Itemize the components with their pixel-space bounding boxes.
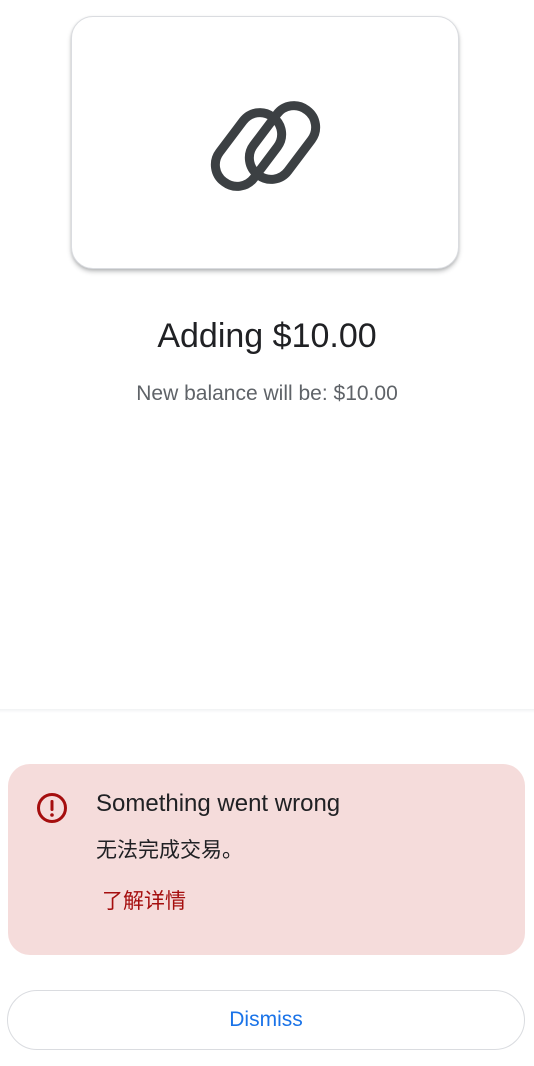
new-balance-text: New balance will be: $10.00 — [136, 382, 398, 405]
error-title: Something went wrong — [96, 790, 341, 817]
error-panel: Something went wrong 无法完成交易。 了解详情 — [8, 764, 525, 955]
dismiss-button[interactable]: Dismiss — [7, 990, 525, 1050]
error-exclamation-circle-icon — [37, 793, 67, 823]
bottom-sheet-divider — [0, 709, 534, 713]
card-preview — [71, 16, 459, 269]
linked-rounded-rectangles-icon — [210, 101, 321, 191]
learn-more-link[interactable]: 了解详情 — [102, 887, 186, 917]
error-message: 无法完成交易。 — [96, 839, 243, 862]
transaction-amount-title: Adding $10.00 — [157, 317, 377, 355]
